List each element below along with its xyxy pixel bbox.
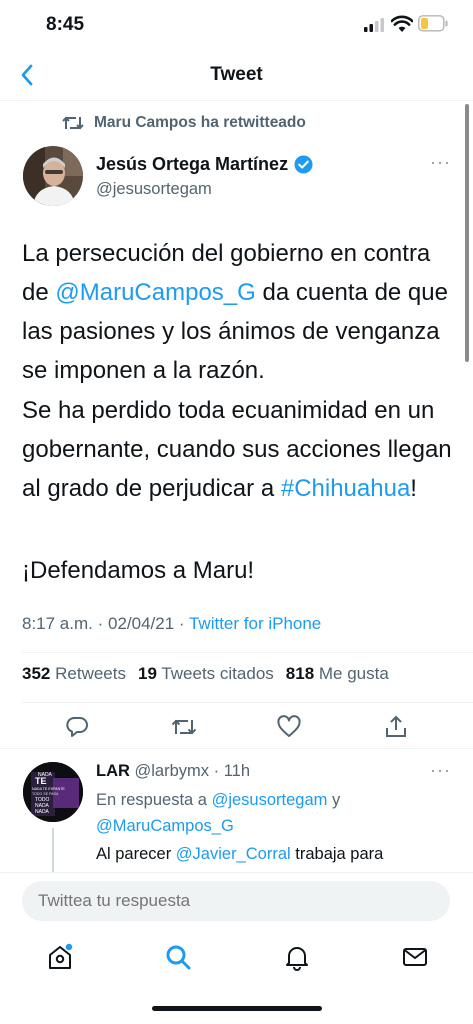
- likes-stat[interactable]: 818 Me gusta: [286, 664, 389, 684]
- tweet-stats: 352 Retweets 19 Tweets citados 818 Me gu…: [22, 664, 389, 684]
- in-reply-user-2[interactable]: @MaruCampos_G: [96, 817, 234, 835]
- author-handle[interactable]: @jesusortegam: [96, 180, 212, 199]
- tweet-actions: [0, 706, 473, 746]
- actions-divider: [0, 748, 473, 749]
- retweet-context-label: Maru Campos ha retwitteado: [94, 114, 306, 131]
- reply-header: LAR @larbymx · 11h: [96, 762, 251, 780]
- tweet-paragraph-2: Se ha perdido toda ecuanimidad en un gob…: [22, 391, 462, 508]
- reply-avatar[interactable]: NADA TE NADA TE ESPANTE TODO SE PASA TOD…: [23, 762, 83, 822]
- meta-divider: [22, 652, 473, 653]
- in-reply-user-1[interactable]: @jesusortegam: [212, 791, 328, 809]
- avatar-word: NADA TE ESPANTE: [32, 787, 65, 791]
- reply-mention-link[interactable]: @Javier_Corral: [176, 845, 291, 863]
- reply-input[interactable]: [22, 881, 450, 921]
- avatar-word: NADA: [35, 809, 50, 815]
- reply-more-options-icon[interactable]: ···: [430, 760, 451, 781]
- tweet-text: !: [410, 475, 417, 502]
- reply-author-name[interactable]: LAR: [96, 762, 130, 780]
- quotes-stat[interactable]: 19 Tweets citados: [138, 664, 274, 684]
- mail-icon: [403, 948, 427, 966]
- tweet-date: 02/04/21: [107, 614, 175, 633]
- status-time: 8:45: [46, 14, 85, 35]
- page-title: Tweet: [210, 64, 263, 85]
- verified-badge-icon: [294, 155, 313, 174]
- reply-icon: [66, 717, 88, 737]
- battery-icon: [418, 15, 448, 32]
- bell-icon: [286, 947, 308, 971]
- retweets-stat[interactable]: 352 Retweets: [22, 664, 126, 684]
- cellular-signal-icon: [364, 18, 386, 32]
- tab-notifications[interactable]: [282, 942, 312, 972]
- tweet-meta: 8:17 a.m. · 02/04/21 · Twitter for iPhon…: [22, 614, 322, 633]
- tab-home[interactable]: [45, 942, 75, 972]
- retweet-button[interactable]: [170, 714, 197, 740]
- hashtag-link[interactable]: #Chihuahua: [281, 475, 410, 502]
- home-icon: [49, 943, 73, 969]
- retweet-icon: [62, 116, 84, 130]
- reply-author-handle[interactable]: @larbymx: [135, 762, 210, 780]
- retweet-icon: [171, 719, 197, 735]
- share-button[interactable]: [383, 714, 409, 740]
- thread-line: [52, 828, 54, 872]
- scrollbar[interactable]: [465, 104, 469, 362]
- reply-text: Al parecer @Javier_Corral trabaja para: [96, 845, 384, 863]
- like-button[interactable]: [276, 714, 302, 740]
- tab-search[interactable]: [163, 942, 193, 972]
- avatar-word: TE: [35, 776, 47, 786]
- mention-link[interactable]: @MaruCampos_G: [55, 279, 255, 306]
- author-avatar[interactable]: [23, 146, 83, 206]
- avatar-word: TODO SE PASA: [32, 792, 59, 796]
- header-divider: [0, 100, 473, 101]
- retweet-context[interactable]: Maru Campos ha retwitteado: [62, 114, 306, 132]
- home-indicator: [152, 1006, 322, 1011]
- tweet-paragraph-3: ¡Defendamos a Maru!: [22, 557, 255, 584]
- more-options-icon[interactable]: ···: [430, 152, 451, 173]
- wifi-icon: [390, 15, 414, 33]
- author-name[interactable]: Jesús Ortega Martínez: [96, 154, 288, 175]
- heart-icon: [277, 715, 301, 737]
- share-icon: [386, 715, 406, 737]
- reply-age: 11h: [223, 762, 251, 780]
- search-icon: [166, 945, 191, 970]
- in-reply-to: En respuesta a @jesusortegam y @MaruCamp…: [96, 791, 341, 835]
- tweet-paragraph-1: La persecución del gobierno en contra de…: [22, 234, 462, 390]
- stats-divider: [22, 702, 473, 703]
- reply-button[interactable]: [64, 714, 90, 740]
- tab-messages[interactable]: [400, 942, 430, 972]
- tweet-time: 8:17 a.m.: [22, 614, 93, 633]
- tweet-source-link[interactable]: Twitter for iPhone: [189, 614, 321, 633]
- reply-composer: [0, 872, 473, 932]
